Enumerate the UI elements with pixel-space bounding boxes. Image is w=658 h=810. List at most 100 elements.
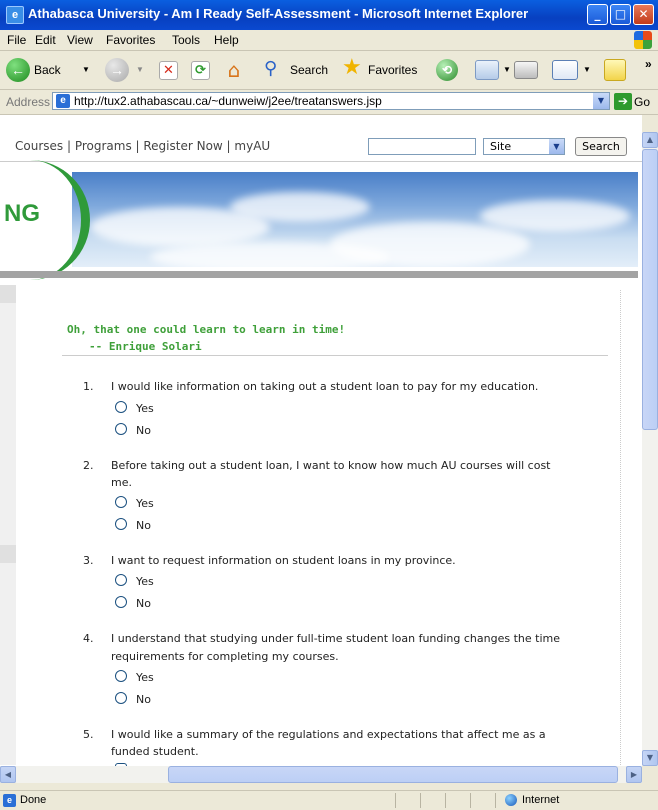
back-arrow-icon: ← (6, 58, 30, 82)
go-arrow-icon[interactable]: ➔ (614, 93, 632, 110)
radio-yes-label: Yes (136, 497, 154, 510)
toolbar-overflow-icon[interactable]: » (645, 57, 652, 71)
search-scope-select[interactable]: Site ▼ (483, 138, 565, 155)
scrollbar-corner (642, 766, 658, 783)
edit-icon[interactable] (552, 60, 578, 80)
back-dropdown-icon[interactable]: ▼ (82, 65, 90, 74)
minimize-button[interactable]: _ (587, 4, 608, 25)
radio-yes-label: Yes (136, 575, 154, 588)
forward-button[interactable]: → ▼ (101, 51, 151, 89)
site-search-button[interactable]: Search (575, 137, 627, 156)
radio-yes-label: Yes (136, 402, 154, 415)
windows-logo-icon (634, 31, 652, 49)
menu-file[interactable]: File (7, 33, 26, 47)
refresh-icon[interactable]: ⟳ (191, 61, 210, 80)
question-number: 5. (83, 728, 94, 741)
title-bar[interactable]: e Athabasca University - Am I Ready Self… (0, 0, 658, 30)
ie-page-icon: e (6, 6, 24, 24)
star-icon: ★ (342, 55, 362, 80)
question-text: Before taking out a student loan, I want… (111, 459, 551, 472)
radio-no-label: No (136, 424, 151, 437)
maximize-button[interactable]: □ (610, 4, 631, 25)
history-icon[interactable]: ⟲ (436, 59, 458, 81)
menu-edit[interactable]: Edit (35, 33, 56, 47)
address-input[interactable]: e http://tux2.athabascau.ca/~dunweiw/j2e… (52, 92, 610, 110)
radio-no-label: No (136, 693, 151, 706)
quote-divider (62, 355, 608, 356)
address-bar: Address e http://tux2.athabascau.ca/~dun… (0, 90, 658, 115)
security-zone-label: Internet (522, 794, 560, 806)
radio-yes[interactable] (115, 670, 127, 682)
radio-no[interactable] (115, 692, 127, 704)
radio-no[interactable] (115, 596, 127, 608)
logo-text-fragment: NG (4, 200, 40, 227)
menu-view[interactable]: View (67, 33, 93, 47)
messenger-icon[interactable] (604, 59, 626, 81)
forward-dropdown-icon[interactable]: ▼ (136, 65, 144, 74)
scroll-left-icon[interactable]: ◀ (0, 766, 16, 783)
radio-no[interactable] (115, 518, 127, 530)
menu-help[interactable]: Help (214, 33, 239, 47)
back-label: Back (34, 63, 61, 77)
scope-dropdown-icon[interactable]: ▼ (549, 139, 564, 154)
question-number: 4. (83, 632, 94, 645)
favorites-label: Favorites (368, 63, 418, 77)
scroll-down-icon[interactable]: ▼ (642, 750, 658, 766)
mail-icon[interactable] (475, 60, 499, 80)
address-url[interactable]: http://tux2.athabascau.ca/~dunweiw/j2ee/… (74, 94, 382, 108)
question-text-continued: requirements for completing my courses. (111, 650, 339, 663)
internet-zone-icon (505, 794, 517, 806)
magnifier-icon: ⚲ (264, 58, 278, 79)
radio-yes[interactable] (115, 574, 127, 586)
question-number: 1. (83, 380, 94, 393)
search-scope-value: Site (490, 140, 512, 153)
browser-window: e Athabasca University - Am I Ready Self… (0, 0, 658, 809)
radio-no-label: No (136, 597, 151, 610)
vertical-scrollbar[interactable]: ▲ ▼ (642, 132, 658, 766)
question-number: 3. (83, 554, 94, 567)
radio-yes[interactable] (115, 401, 127, 413)
menu-favorites[interactable]: Favorites (106, 33, 155, 47)
search-button[interactable]: ⚲ Search (262, 51, 332, 89)
quote-text: Oh, that one could learn to learn in tim… (67, 323, 346, 336)
question-text: I would like information on taking out a… (111, 380, 539, 393)
scroll-right-icon[interactable]: ▶ (626, 766, 642, 783)
stop-icon[interactable]: ✕ (159, 61, 178, 80)
scroll-up-icon[interactable]: ▲ (642, 132, 658, 148)
site-nav-links[interactable]: Courses | Programs | Register Now | myAU (15, 139, 270, 153)
status-text: Done (20, 794, 47, 806)
address-dropdown-icon[interactable]: ▼ (593, 93, 609, 109)
site-search-input[interactable] (368, 138, 476, 155)
radio-no[interactable] (115, 423, 127, 435)
vertical-scroll-thumb[interactable] (642, 149, 658, 430)
edit-dropdown-icon[interactable]: ▼ (583, 65, 591, 74)
header-divider-band (0, 271, 638, 278)
content-right-border (620, 290, 621, 765)
left-column (0, 285, 16, 765)
status-bar: e Done Internet (0, 790, 658, 810)
horizontal-scrollbar[interactable]: ◀ ▶ (0, 766, 642, 783)
forward-arrow-icon: → (105, 58, 129, 82)
question-text: I want to request information on student… (111, 554, 456, 567)
close-button[interactable]: ✕ (633, 4, 654, 25)
page-icon: e (56, 94, 70, 108)
search-label: Search (290, 63, 329, 77)
horizontal-scroll-thumb[interactable] (168, 766, 618, 783)
standard-toolbar: ← Back ▼ → ▼ ✕ ⟳ ⌂ ⚲ Search ★ Favorites … (0, 51, 658, 90)
window-title: Athabasca University - Am I Ready Self-A… (28, 6, 529, 21)
home-icon[interactable]: ⌂ (222, 59, 246, 81)
mail-dropdown-icon[interactable]: ▼ (503, 65, 511, 74)
go-button[interactable]: Go (634, 95, 650, 109)
print-icon[interactable] (514, 61, 538, 79)
quote-author: -- Enrique Solari (89, 340, 202, 353)
question-text: I would like a summary of the regulation… (111, 728, 546, 741)
favorites-button[interactable]: ★ Favorites (340, 51, 430, 89)
radio-yes[interactable] (115, 496, 127, 508)
question-text-continued: funded student. (111, 745, 199, 758)
radio-no-label: No (136, 519, 151, 532)
sky-banner (0, 172, 638, 267)
back-button[interactable]: ← Back ▼ (4, 51, 96, 89)
menu-tools[interactable]: Tools (172, 33, 200, 47)
radio-yes-label: Yes (136, 671, 154, 684)
question-number: 2. (83, 459, 94, 472)
